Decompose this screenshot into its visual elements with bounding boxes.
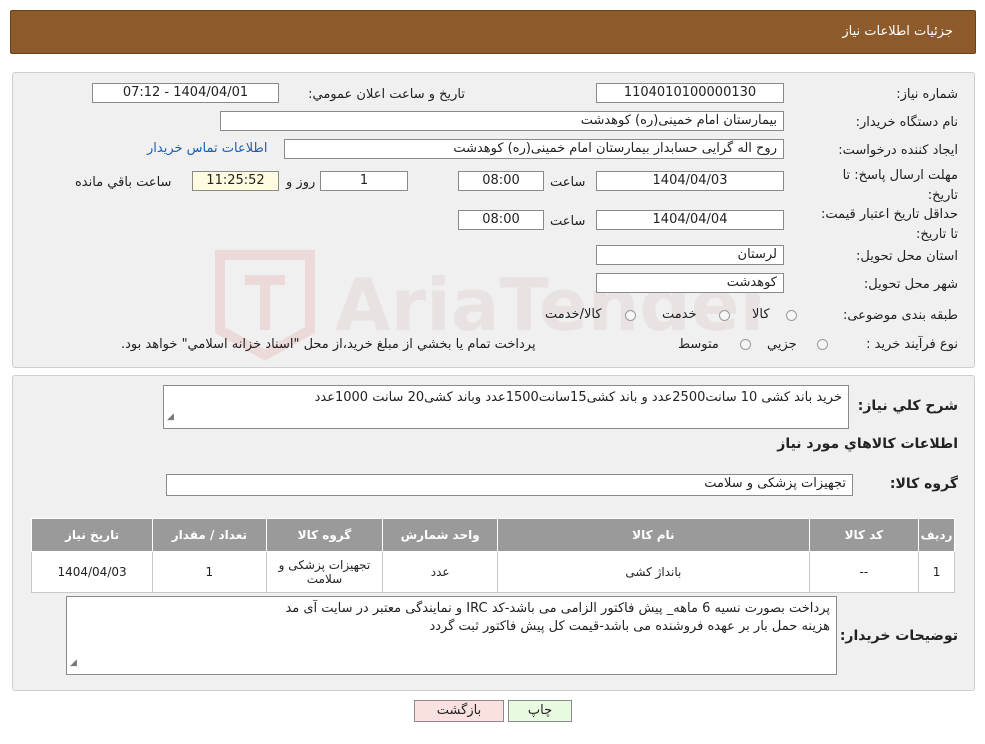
creator-field: روح اله گرایی حسابدار بیمارستان امام خمی… — [284, 139, 784, 159]
cell-qty: 1 — [152, 551, 267, 593]
cell-name: بانداژ کشی — [497, 551, 810, 593]
category-goods-service-radio[interactable] — [625, 310, 636, 321]
page-title: جزئيات اطلاعات نياز — [842, 24, 953, 39]
need-description-label: شرح كلي نياز: — [857, 398, 958, 414]
cell-group: تجهیزات پزشکی و سلامت — [265, 551, 384, 593]
col-code-header: كد كالا — [808, 518, 920, 552]
col-unit-header: واحد شمارش — [382, 518, 499, 552]
resize-grip-icon[interactable]: ◢ — [167, 408, 174, 426]
process-label: نوع فرآيند خريد : — [866, 337, 958, 352]
items-table-header-row: رديف كد كالا نام كالا واحد شمارش گروه كا… — [30, 518, 955, 552]
category-service-label: خدمت — [662, 307, 697, 322]
cell-unit: عدد — [382, 551, 499, 593]
validity-date-field: 1404/04/04 — [596, 210, 784, 230]
reply-deadline-label: مهلت ارسال پاسخ: تا تاريخ: — [842, 168, 958, 203]
buyer-notes-field: پرداخت بصورت نسیه 6 ماهه_ پیش فاکتور الز… — [66, 596, 837, 675]
cell-code: -- — [808, 551, 920, 593]
items-table: رديف كد كالا نام كالا واحد شمارش گروه كا… — [30, 518, 955, 593]
need-description-text: خرید باند کشی 10 سانت2500عدد و باند کشی1… — [314, 390, 842, 405]
col-row-header: رديف — [918, 518, 955, 552]
creator-label: ايجاد كننده درخواست: — [838, 143, 958, 158]
remaining-label: ساعت باقي مانده — [75, 175, 172, 190]
back-button[interactable]: بازگشت — [414, 700, 504, 722]
remaining-time-field: 11:25:52 — [192, 171, 279, 191]
table-row: 1 -- بانداژ کشی عدد تجهیزات پزشکی و سلام… — [30, 551, 955, 593]
category-goods-label: كالا — [752, 307, 770, 322]
category-goods-radio[interactable] — [786, 310, 797, 321]
category-goods-service-label: كالا/خدمت — [545, 307, 602, 322]
city-field: کوهدشت — [596, 273, 784, 293]
col-qty-header: تعداد / مقدار — [152, 518, 267, 552]
resize-grip-icon[interactable]: ◢ — [70, 654, 77, 672]
process-note: پرداخت تمام يا بخشي از مبلغ خريد،از محل … — [121, 337, 536, 352]
validity-time-label: ساعت — [550, 214, 586, 229]
cell-row: 1 — [918, 551, 955, 593]
buyer-org-label: نام دستگاه خريدار: — [855, 115, 958, 130]
reply-time-field: 08:00 — [458, 171, 544, 191]
announce-field: 1404/04/01 - 07:12 — [92, 83, 279, 103]
province-field: لرستان — [596, 245, 784, 265]
contact-buyer-link[interactable]: اطلاعات تماس خريدار — [147, 141, 267, 156]
province-label: استان محل تحويل: — [856, 249, 958, 264]
need-number-field: 1104010100000130 — [596, 83, 784, 103]
buyer-org-field: بیمارستان امام خمینی(ره) کوهدشت — [220, 111, 784, 131]
category-label: طبقه بندی موضوعی: — [842, 308, 958, 323]
goods-group-label: گروه كالا: — [889, 476, 958, 492]
announce-label: تاريخ و ساعت اعلان عمومي: — [308, 87, 465, 102]
items-section-title: اطلاعات كالاهاي مورد نياز — [777, 436, 958, 452]
category-service-radio[interactable] — [719, 310, 730, 321]
reply-date-field: 1404/04/03 — [596, 171, 784, 191]
buyer-notes-line-1: پرداخت بصورت نسیه 6 ماهه_ پیش فاکتور الز… — [285, 601, 830, 616]
buyer-notes-line-2: هزینه حمل بار بر عهده فروشنده می باشد-قی… — [429, 619, 830, 634]
reply-time-label: ساعت — [550, 175, 586, 190]
process-minor-radio[interactable] — [817, 339, 828, 350]
days-label: روز و — [286, 175, 316, 190]
page-header: جزئيات اطلاعات نياز — [10, 10, 976, 54]
col-date-header: تاريخ نياز — [30, 518, 154, 552]
validity-time-field: 08:00 — [458, 210, 544, 230]
cell-date: 1404/04/03 — [30, 551, 154, 593]
need-description-field: خرید باند کشی 10 سانت2500عدد و باند کشی1… — [163, 385, 849, 429]
col-group-header: گروه كالا — [265, 518, 384, 552]
city-label: شهر محل تحويل: — [863, 277, 958, 292]
buyer-notes-label: توضيحات خريدار: — [839, 628, 958, 644]
col-name-header: نام كالا — [497, 518, 810, 552]
need-number-label: شماره نياز: — [896, 87, 958, 102]
process-minor-label: جزيي — [767, 337, 797, 352]
validity-label: حداقل تاريخ اعتبار قيمت: تا تاريخ: — [820, 207, 958, 242]
goods-group-field: تجهیزات پزشکی و سلامت — [166, 474, 853, 496]
process-medium-radio[interactable] — [740, 339, 751, 350]
process-medium-label: متوسط — [678, 337, 719, 352]
days-field: 1 — [320, 171, 408, 191]
print-button[interactable]: چاپ — [508, 700, 572, 722]
